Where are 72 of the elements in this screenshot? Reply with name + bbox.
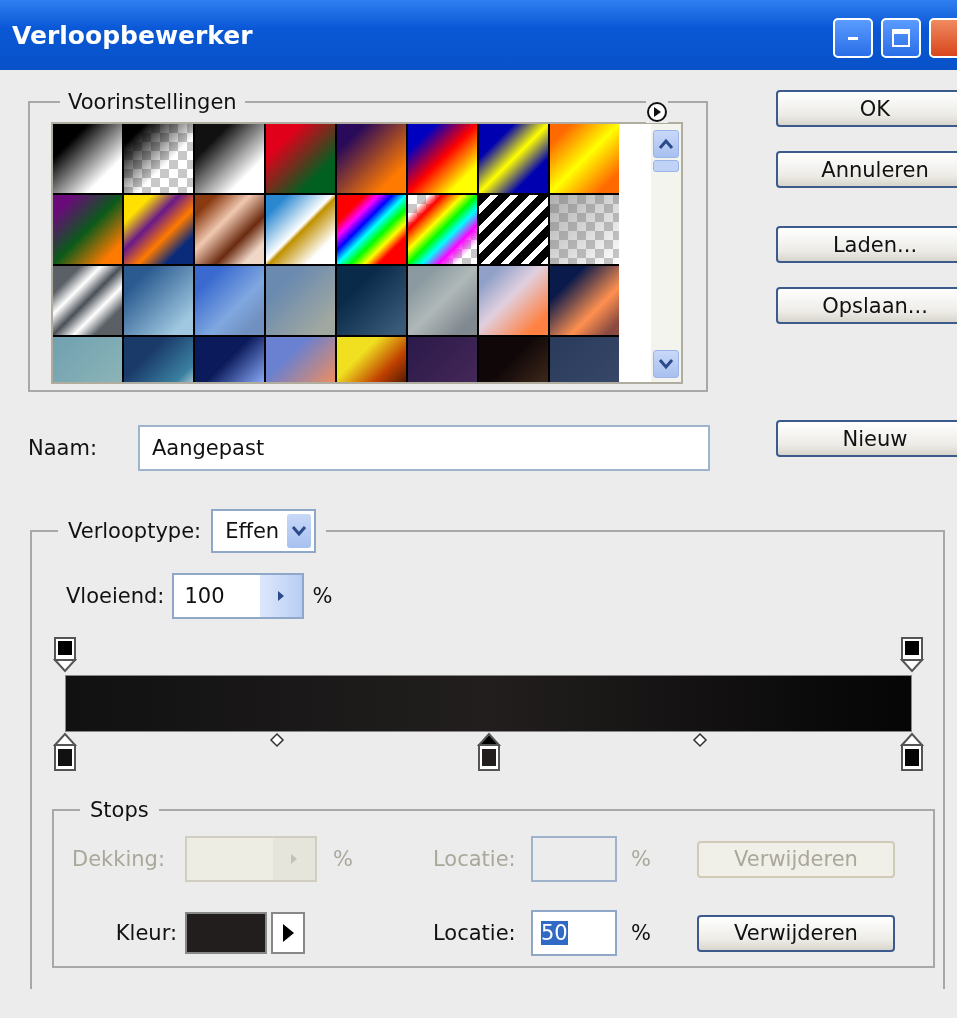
- color-stop-icon[interactable]: [53, 732, 77, 772]
- field-label: Verlooptype:: [68, 519, 202, 543]
- scroll-up-button[interactable]: [653, 130, 679, 158]
- scroll-down-button[interactable]: [653, 350, 679, 378]
- name-field[interactable]: Aangepast: [138, 425, 710, 471]
- field-label: Dekking:: [72, 847, 166, 871]
- window-title: Verloopbewerker: [12, 20, 253, 50]
- minimize-button[interactable]: [833, 18, 873, 58]
- unit-label: %: [332, 847, 354, 871]
- gradient-swatch[interactable]: [479, 195, 548, 264]
- gradient-swatch[interactable]: [266, 266, 335, 335]
- gradient-swatch[interactable]: [195, 266, 264, 335]
- gradient-swatch[interactable]: [479, 124, 548, 193]
- gradient-swatch[interactable]: [266, 124, 335, 193]
- field-label: Naam:: [28, 436, 98, 460]
- gradient-swatch[interactable]: [550, 124, 619, 193]
- field-label: Locatie:: [433, 921, 517, 945]
- gradient-swatch[interactable]: [124, 195, 193, 264]
- menu-icon[interactable]: [646, 101, 668, 123]
- maximize-button[interactable]: [881, 18, 921, 58]
- smoothness-field[interactable]: 100: [172, 573, 305, 619]
- gradient-swatch[interactable]: [195, 195, 264, 264]
- dialog-button[interactable]: OK: [776, 90, 957, 127]
- group-label: Voorinstellingen: [67, 90, 238, 114]
- gradient-swatch[interactable]: [124, 124, 193, 193]
- scrollbar[interactable]: [651, 124, 681, 382]
- gradient-swatch[interactable]: [53, 124, 122, 193]
- unit-label: %: [630, 847, 652, 871]
- opacity-stop-icon[interactable]: [900, 637, 924, 673]
- color-menu-button[interactable]: [271, 912, 305, 954]
- gradient-swatch[interactable]: [337, 266, 406, 335]
- chevron-down-icon: [658, 358, 674, 370]
- delete-button[interactable]: Verwijderen: [697, 914, 895, 952]
- minimize-icon: [848, 36, 858, 40]
- gradient-swatch[interactable]: [266, 195, 335, 264]
- gradient-swatch[interactable]: [195, 124, 264, 193]
- gradient-swatch[interactable]: [53, 195, 122, 264]
- dialog-button[interactable]: Opslaan...: [776, 287, 957, 324]
- opacity-stop-icon[interactable]: [53, 637, 77, 673]
- close-button[interactable]: [929, 18, 957, 58]
- unit-label: %: [630, 921, 652, 945]
- dialog-button[interactable]: Annuleren: [776, 151, 957, 188]
- chevron-up-icon: [658, 138, 674, 150]
- color-swatch[interactable]: [185, 912, 267, 954]
- type-dropdown[interactable]: Effen: [211, 509, 317, 553]
- field-label: Kleur:: [115, 921, 178, 945]
- gradient-swatch[interactable]: [408, 124, 477, 193]
- caret-right-icon: [281, 923, 295, 943]
- caret-right-icon: [289, 852, 299, 866]
- color-stop-icon[interactable]: [476, 732, 501, 772]
- new-button[interactable]: Nieuw: [776, 420, 957, 457]
- gradient-swatch[interactable]: [550, 195, 619, 264]
- field-label: Vloeiend:: [66, 584, 165, 608]
- unit-label: %: [312, 584, 333, 608]
- scroll-thumb[interactable]: [653, 160, 679, 172]
- gradient-swatch[interactable]: [124, 266, 193, 335]
- maximize-icon: [891, 28, 911, 48]
- group-label: Stops: [89, 798, 150, 822]
- gradient-swatch[interactable]: [53, 266, 122, 335]
- field-label: Locatie:: [433, 847, 517, 871]
- gradient-swatch[interactable]: [337, 195, 406, 264]
- gradient-swatch[interactable]: [550, 266, 619, 335]
- chevron-down-icon: [291, 525, 308, 537]
- gradient-swatch[interactable]: [337, 124, 406, 193]
- gradient-swatch[interactable]: [408, 266, 477, 335]
- gradient-swatch[interactable]: [408, 195, 477, 264]
- location-field[interactable]: 50: [531, 910, 617, 956]
- gradient-swatch[interactable]: [479, 266, 548, 335]
- location-field[interactable]: [531, 836, 617, 882]
- dialog-button[interactable]: Laden...: [776, 226, 957, 263]
- opacity-field[interactable]: [185, 836, 317, 882]
- color-stop-icon[interactable]: [900, 732, 924, 772]
